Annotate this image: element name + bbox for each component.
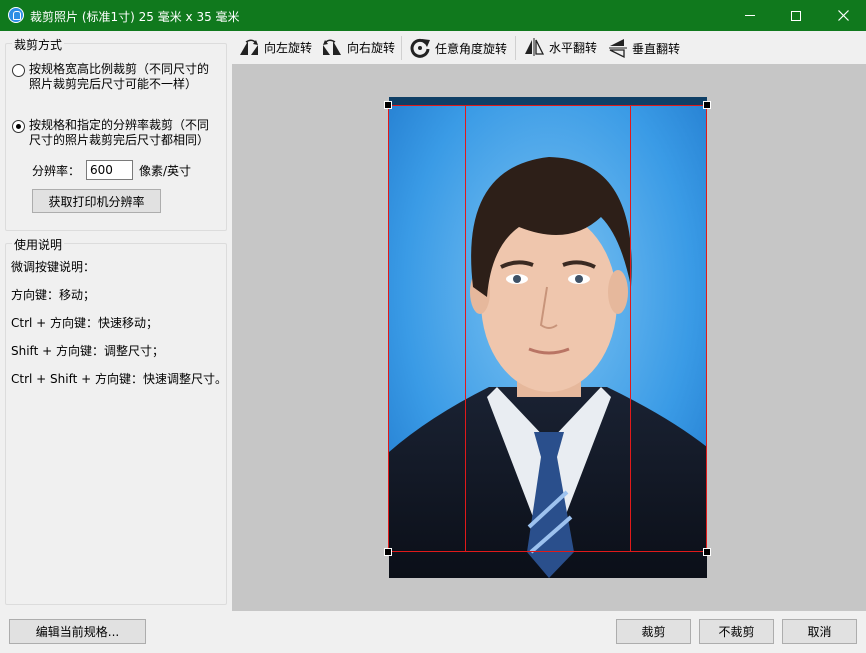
image-canvas[interactable] xyxy=(232,64,866,611)
no-crop-button[interactable]: 不裁剪 xyxy=(699,619,774,644)
flip-horizontal-button[interactable]: 水平翻转 xyxy=(523,37,597,57)
get-printer-resolution-button[interactable]: 获取打印机分辨率 xyxy=(32,189,161,213)
radio-ratio-label: 按规格宽高比例裁剪（不同尺寸的照片裁剪完后尺寸可能不一样） xyxy=(29,62,219,92)
crop-handle-top-left[interactable] xyxy=(384,101,392,109)
flip-vertical-icon xyxy=(608,37,628,59)
crop-handle-top-right[interactable] xyxy=(703,101,711,109)
rotate-any-icon xyxy=(409,37,431,59)
maximize-button[interactable] xyxy=(773,0,819,31)
rotate-right-icon xyxy=(321,37,343,57)
help-line: Shift + 方向键：调整尺寸； xyxy=(11,342,164,359)
help-line: Ctrl + 方向键：快速移动； xyxy=(11,314,158,331)
flip-horizontal-label: 水平翻转 xyxy=(549,39,597,56)
crop-frame[interactable] xyxy=(388,105,707,552)
rotate-right-label: 向右旋转 xyxy=(347,39,395,56)
bottom-bar: 编辑当前规格... 裁剪 不裁剪 取消 xyxy=(0,611,866,653)
radio-resolution-label: 按规格和指定的分辨率裁剪（不同尺寸的照片裁剪完后尺寸都相同） xyxy=(29,118,219,148)
help-line: 微调按键说明： xyxy=(11,258,95,275)
crop-mode-legend: 裁剪方式 xyxy=(12,36,64,53)
window-title: 裁剪照片 (标准1寸) 25 毫米 x 35 毫米 xyxy=(30,8,240,25)
crop-handle-bottom-left[interactable] xyxy=(384,548,392,556)
crop-mode-group: 裁剪方式 按规格宽高比例裁剪（不同尺寸的照片裁剪完后尺寸可能不一样） 按规格和指… xyxy=(5,43,227,231)
cancel-button[interactable]: 取消 xyxy=(782,619,857,644)
crop-handle-bottom-right[interactable] xyxy=(703,548,711,556)
image-toolbar: 向左旋转 向右旋转 任意角度旋转 水平翻转 垂 xyxy=(232,31,866,64)
close-icon xyxy=(838,10,849,21)
maximize-icon xyxy=(791,11,801,21)
rotate-left-label: 向左旋转 xyxy=(264,39,312,56)
toolbar-separator xyxy=(515,36,516,60)
flip-vertical-button[interactable]: 垂直翻转 xyxy=(608,37,680,59)
left-panel: 裁剪方式 按规格宽高比例裁剪（不同尺寸的照片裁剪完后尺寸可能不一样） 按规格和指… xyxy=(0,31,232,611)
title-bar: 裁剪照片 (标准1寸) 25 毫米 x 35 毫米 xyxy=(0,0,866,31)
crop-guide-line xyxy=(465,106,466,551)
minimize-button[interactable] xyxy=(727,0,773,31)
help-group: 使用说明 微调按键说明： 方向键：移动； Ctrl + 方向键：快速移动； Sh… xyxy=(5,243,227,605)
radio-ratio[interactable] xyxy=(12,64,25,77)
rotate-right-button[interactable]: 向右旋转 xyxy=(321,37,395,57)
rotate-left-icon xyxy=(238,37,260,57)
help-line: 方向键：移动； xyxy=(11,286,95,303)
crop-button[interactable]: 裁剪 xyxy=(616,619,691,644)
radio-resolution[interactable] xyxy=(12,120,25,133)
crop-guide-line xyxy=(630,106,631,551)
flip-horizontal-icon xyxy=(523,37,545,57)
rotate-any-label: 任意角度旋转 xyxy=(435,40,507,57)
resolution-row: 分辨率： 600 像素/英寸 xyxy=(32,160,191,180)
rotate-any-angle-button[interactable]: 任意角度旋转 xyxy=(409,37,507,59)
resolution-unit: 像素/英寸 xyxy=(139,162,191,179)
close-button[interactable] xyxy=(820,0,866,31)
crop-mode-option-resolution[interactable]: 按规格和指定的分辨率裁剪（不同尺寸的照片裁剪完后尺寸都相同） xyxy=(12,118,219,148)
help-line: Ctrl + Shift + 方向键：快速调整尺寸。 xyxy=(11,370,227,387)
resolution-label: 分辨率： xyxy=(32,162,80,179)
resolution-input[interactable]: 600 xyxy=(86,160,133,180)
flip-vertical-label: 垂直翻转 xyxy=(632,40,680,57)
edit-spec-button[interactable]: 编辑当前规格... xyxy=(9,619,146,644)
crop-mode-option-ratio[interactable]: 按规格宽高比例裁剪（不同尺寸的照片裁剪完后尺寸可能不一样） xyxy=(12,62,219,92)
toolbar-separator xyxy=(401,36,402,60)
help-legend: 使用说明 xyxy=(12,236,64,253)
app-logo-icon xyxy=(8,7,24,23)
minimize-icon xyxy=(745,15,755,16)
rotate-left-button[interactable]: 向左旋转 xyxy=(238,37,312,57)
